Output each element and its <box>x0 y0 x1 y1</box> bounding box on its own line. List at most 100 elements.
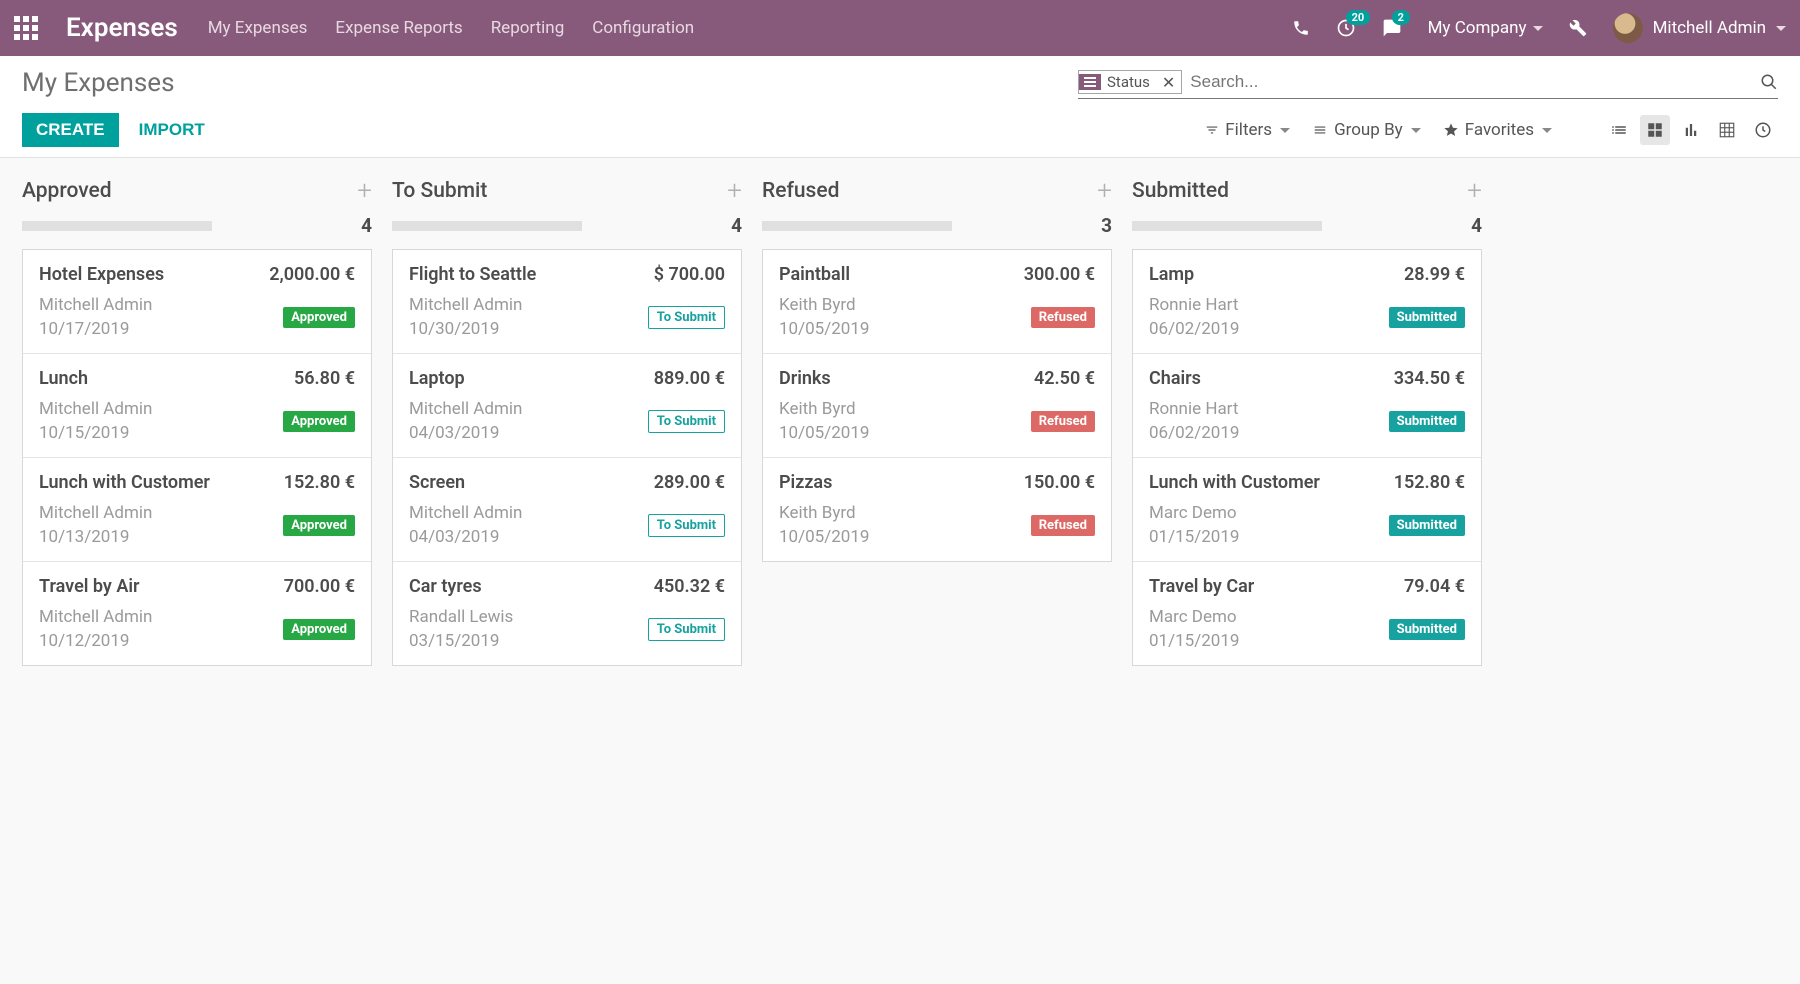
kanban-add-icon[interactable]: + <box>357 176 372 206</box>
view-graph-icon[interactable] <box>1676 115 1706 145</box>
card-person: Mitchell Admin <box>39 399 152 419</box>
view-activity-icon[interactable] <box>1748 115 1778 145</box>
kanban-card[interactable]: Lunch with Customer152.80 €Marc Demo01/1… <box>1133 458 1481 562</box>
card-person: Marc Demo <box>1149 607 1239 627</box>
status-badge: Refused <box>1031 515 1095 536</box>
nav-expense-reports[interactable]: Expense Reports <box>335 18 462 38</box>
messages-badge: 2 <box>1392 10 1410 25</box>
kanban-card[interactable]: Drinks42.50 €Keith Byrd10/05/2019Refused <box>763 354 1111 458</box>
kanban-board: Approved +4 Hotel Expenses2,000.00 €Mitche… <box>0 158 1800 684</box>
card-title: Lunch with Customer <box>39 472 210 493</box>
kanban-column-title[interactable]: Refused <box>762 179 839 203</box>
groupby-button[interactable]: Group By <box>1312 120 1421 140</box>
close-icon[interactable]: ✕ <box>1156 73 1181 92</box>
kanban-card[interactable]: Chairs334.50 €Ronnie Hart06/02/2019Submi… <box>1133 354 1481 458</box>
filters-button[interactable]: Filters <box>1205 120 1290 140</box>
view-pivot-icon[interactable] <box>1712 115 1742 145</box>
kanban-progress-bar <box>1132 221 1322 231</box>
card-title: Car tyres <box>409 576 482 597</box>
kanban-column-count: 4 <box>731 214 742 237</box>
company-selector[interactable]: My Company <box>1428 18 1543 38</box>
search-icon[interactable] <box>1760 73 1778 91</box>
kanban-column: Refused+3Paintball300.00 €Keith Byrd10/0… <box>762 176 1112 562</box>
card-person: Keith Byrd <box>779 399 869 419</box>
chevron-down-icon <box>1280 128 1290 133</box>
card-person: Mitchell Admin <box>39 503 152 523</box>
kanban-card[interactable]: Paintball300.00 €Keith Byrd10/05/2019Ref… <box>763 250 1111 354</box>
phone-icon[interactable] <box>1292 19 1310 37</box>
card-title: Pizzas <box>779 472 832 493</box>
kanban-column-title[interactable]: Submitted <box>1132 179 1229 203</box>
app-brand[interactable]: Expenses <box>66 13 178 43</box>
kanban-add-icon[interactable]: + <box>1467 176 1482 206</box>
nav-reporting[interactable]: Reporting <box>491 18 565 38</box>
kanban-card[interactable]: Laptop889.00 €Mitchell Admin04/03/2019To… <box>393 354 741 458</box>
status-badge: Approved <box>283 307 355 328</box>
activity-badge: 20 <box>1346 10 1371 25</box>
card-date: 10/05/2019 <box>779 319 869 339</box>
kanban-column-title[interactable]: To Submit <box>392 179 487 203</box>
kanban-card[interactable]: Flight to Seattle$ 700.00Mitchell Admin1… <box>393 250 741 354</box>
nav-my-expenses[interactable]: My Expenses <box>208 18 308 38</box>
view-list-icon[interactable] <box>1604 115 1634 145</box>
card-person: Randall Lewis <box>409 607 513 627</box>
user-menu[interactable]: Mitchell Admin <box>1613 13 1786 43</box>
kanban-column-count: 4 <box>1471 214 1482 237</box>
card-amount: 334.50 € <box>1394 368 1465 389</box>
messages-icon[interactable]: 2 <box>1382 18 1402 38</box>
card-person: Marc Demo <box>1149 503 1239 523</box>
card-person: Mitchell Admin <box>409 399 522 419</box>
card-amount: 2,000.00 € <box>269 264 355 285</box>
card-amount: 450.32 € <box>654 576 725 597</box>
kanban-column: Approved +4 Hotel Expenses2,000.00 €Mitche… <box>22 176 372 666</box>
nav-links: My Expenses Expense Reports Reporting Co… <box>208 18 695 38</box>
card-amount: $ 700.00 <box>654 264 725 285</box>
kanban-cards: Lamp28.99 €Ronnie Hart06/02/2019Submitte… <box>1132 249 1482 666</box>
kanban-card[interactable]: Car tyres450.32 €Randall Lewis03/15/2019… <box>393 562 741 665</box>
card-title: Chairs <box>1149 368 1201 389</box>
kanban-column-count: 4 <box>361 214 372 237</box>
status-badge: Submitted <box>1389 515 1465 536</box>
import-button[interactable]: IMPORT <box>125 113 219 147</box>
kanban-add-icon[interactable]: + <box>1097 176 1112 206</box>
view-kanban-icon[interactable] <box>1640 115 1670 145</box>
search-input[interactable] <box>1188 68 1760 96</box>
card-title: Travel by Car <box>1149 576 1254 597</box>
card-title: Flight to Seattle <box>409 264 536 285</box>
activity-icon[interactable]: 20 <box>1336 18 1356 38</box>
kanban-card[interactable]: Travel by Air700.00 €Mitchell Admin10/12… <box>23 562 371 665</box>
kanban-card[interactable]: Pizzas150.00 €Keith Byrd10/05/2019Refuse… <box>763 458 1111 561</box>
chevron-down-icon <box>1542 128 1552 133</box>
create-button[interactable]: CREATE <box>22 113 119 147</box>
apps-icon[interactable] <box>14 16 42 40</box>
kanban-card[interactable]: Lunch56.80 €Mitchell Admin10/15/2019Appr… <box>23 354 371 458</box>
favorites-button[interactable]: Favorites <box>1443 120 1552 140</box>
kanban-card[interactable]: Hotel Expenses2,000.00 €Mitchell Admin10… <box>23 250 371 354</box>
kanban-card[interactable]: Lamp28.99 €Ronnie Hart06/02/2019Submitte… <box>1133 250 1481 354</box>
kanban-cards: Flight to Seattle$ 700.00Mitchell Admin1… <box>392 249 742 666</box>
kanban-add-icon[interactable]: + <box>727 176 742 206</box>
status-badge: Refused <box>1031 307 1095 328</box>
card-amount: 289.00 € <box>654 472 725 493</box>
kanban-card[interactable]: Lunch with Customer 152.80 € Mitchell Admi… <box>23 458 371 562</box>
nav-configuration[interactable]: Configuration <box>592 18 694 38</box>
card-date: 04/03/2019 <box>409 423 522 443</box>
card-title: Drinks <box>779 368 831 389</box>
search-tag-status[interactable]: Status ✕ <box>1078 70 1182 94</box>
search-field[interactable]: Status ✕ <box>1078 68 1778 99</box>
card-amount: 152.80 € <box>284 472 355 493</box>
card-date: 10/05/2019 <box>779 527 869 547</box>
card-person: Mitchell Admin <box>409 295 522 315</box>
kanban-card[interactable]: Screen289.00 €Mitchell Admin04/03/2019To… <box>393 458 741 562</box>
card-date: 06/02/2019 <box>1149 319 1239 339</box>
card-person: Mitchell Admin <box>409 503 522 523</box>
kanban-column: To Submit +4 Flight to Seattle $ 700.00 Mitc… <box>392 176 742 666</box>
card-amount: 42.50 € <box>1034 368 1095 389</box>
kanban-card[interactable]: Travel by Car79.04 €Marc Demo01/15/2019S… <box>1133 562 1481 665</box>
debug-icon[interactable] <box>1569 19 1587 37</box>
kanban-cards: Hotel Expenses2,000.00 €Mitchell Admin10… <box>22 249 372 666</box>
card-title: Lunch with Customer <box>1149 472 1320 493</box>
page-title: My Expenses <box>22 68 175 98</box>
card-amount: 79.04 € <box>1404 576 1465 597</box>
kanban-column-title[interactable]: Approved <box>22 179 112 203</box>
